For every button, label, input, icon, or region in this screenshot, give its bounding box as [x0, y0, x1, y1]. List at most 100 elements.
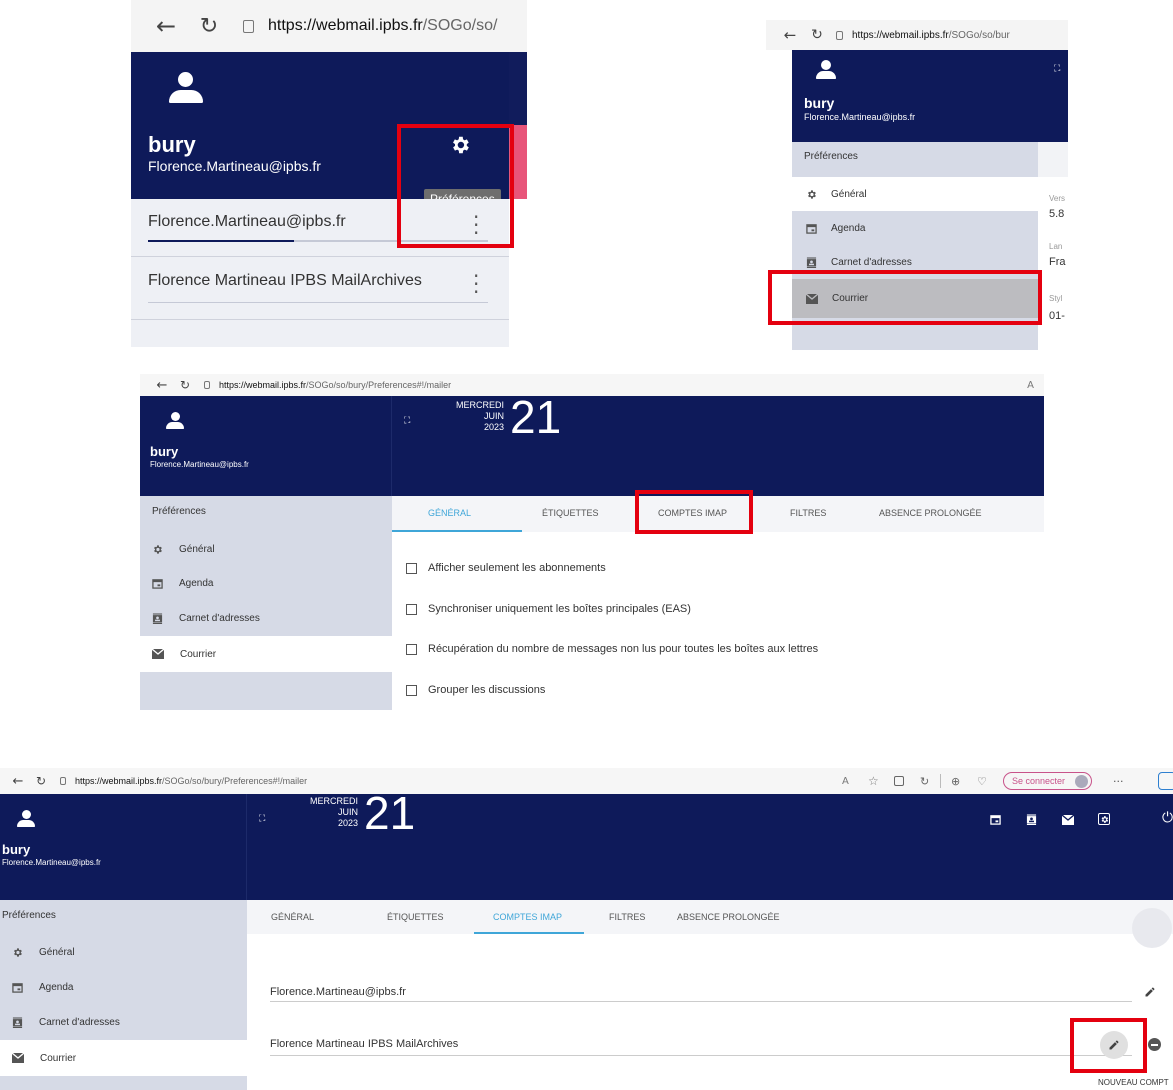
highlight-box — [768, 270, 1042, 325]
address-bar[interactable]: https://webmail.ipbs.fr/SOGo/so/bury/Pre… — [60, 776, 307, 786]
read-aloud-icon[interactable]: A — [842, 776, 849, 787]
day-number: 21 — [364, 787, 416, 839]
power-icon[interactable]: ⏻ — [1162, 810, 1173, 826]
mail-icon — [12, 1053, 24, 1063]
calendar-icon — [806, 223, 817, 234]
account-item[interactable]: Florence Martineau IPBS MailArchives — [270, 1038, 458, 1050]
reload-icon[interactable]: ↻ — [32, 774, 50, 788]
address-bar[interactable]: https://webmail.ipbs.fr/SOGo/so/bury/Pre… — [204, 380, 451, 390]
url-path: /SOGo/so/bur — [948, 29, 1010, 41]
back-arrow-icon[interactable]: ← — [151, 12, 181, 40]
account-item[interactable]: Florence.Martineau@ipbs.fr — [148, 213, 346, 231]
url-path: /SOGo/so/bury/Preferences#!/mailer — [306, 380, 452, 390]
tab-vacation[interactable]: ABSENCE PROLONGÉE — [677, 912, 780, 922]
date-box: MERCREDI JUIN 2023 — [424, 400, 504, 433]
sidebar-item-contacts[interactable]: Carnet d'adresses — [140, 600, 392, 636]
sidebar-item-contacts[interactable]: Carnet d'adresses — [0, 1004, 247, 1040]
sidebar-item-general[interactable]: Général — [792, 177, 1038, 211]
back-arrow-icon[interactable]: ← — [10, 774, 26, 789]
refresh-ext-icon[interactable]: ↻ — [920, 775, 929, 788]
month: JUIN — [484, 411, 504, 421]
back-arrow-icon[interactable]: ← — [780, 26, 800, 44]
screenshot-preferences-button: ← ↻ https://webmail.ipbs.fr/SOGo/so/ bur… — [131, 0, 527, 347]
calendar-icon[interactable] — [990, 814, 1001, 825]
collections-icon[interactable]: ⊕ — [951, 775, 960, 788]
reload-icon[interactable]: ↻ — [176, 378, 194, 392]
field-value: 5.8 — [1049, 208, 1065, 220]
option-row[interactable]: Récupération du nombre de messages non l… — [406, 643, 818, 655]
sidebar-item-general[interactable]: Général — [0, 934, 247, 970]
option-row[interactable]: Afficher seulement les abonnements — [406, 562, 606, 574]
tab-general[interactable]: GÉNÉRAL — [428, 508, 471, 518]
tab-general[interactable]: GÉNÉRAL — [271, 912, 314, 922]
sidebar-item-label: Général — [831, 188, 867, 200]
browser-essentials-icon[interactable]: ♡ — [977, 775, 987, 788]
mail-icon[interactable] — [1062, 815, 1074, 825]
user-email: Florence.Martineau@ipbs.fr — [804, 112, 916, 122]
checkbox[interactable] — [406, 684, 417, 696]
field-label: Vers — [1049, 194, 1066, 203]
contacts-icon[interactable] — [1026, 814, 1037, 825]
sidebar-title: Préférences — [152, 506, 206, 517]
checkbox[interactable] — [406, 603, 417, 615]
checkbox[interactable] — [406, 643, 417, 655]
address-bar[interactable]: https://webmail.ipbs.fr/SOGo/so/bur — [836, 30, 1010, 41]
sidebar-item-agenda[interactable]: Agenda — [0, 970, 247, 1004]
app-extension-icon[interactable] — [1158, 772, 1173, 790]
sidebar-item-general[interactable]: Général — [140, 532, 392, 566]
prefs-sidebar: Préférences Général Agenda Carnet d'adre… — [0, 900, 247, 1090]
tab-labels[interactable]: ÉTIQUETTES — [387, 912, 444, 922]
tab-labels[interactable]: ÉTIQUETTES — [542, 508, 599, 518]
weekday: MERCREDI — [309, 796, 358, 806]
preferences-icon[interactable] — [1098, 813, 1110, 825]
extension-icon[interactable] — [894, 776, 904, 786]
screenshot-mail-general: ← ↻ https://webmail.ipbs.fr/SOGo/so/bury… — [140, 374, 1044, 710]
highlight-box — [635, 490, 753, 534]
tab-filters[interactable]: FILTRES — [609, 912, 645, 922]
profile-avatar-icon — [1075, 775, 1089, 788]
option-row[interactable]: Grouper les discussions — [406, 684, 545, 696]
address-bar[interactable]: https://webmail.ipbs.fr/SOGo/so/ — [243, 17, 497, 35]
sidebar-item-agenda[interactable]: Agenda — [140, 566, 392, 600]
account-item[interactable]: Florence Martineau IPBS MailArchives — [148, 272, 422, 290]
sign-in-button[interactable]: Se connecter — [1003, 772, 1093, 790]
fullscreen-icon[interactable]: ⛶ — [404, 416, 410, 426]
browser-toolbar: ← ↻ https://webmail.ipbs.fr/SOGo/so/bury… — [0, 768, 1173, 794]
prefs-sidebar: Préférences Général Agenda Carnet d'adre… — [140, 496, 392, 710]
read-aloud-icon[interactable]: A — [1027, 380, 1034, 391]
sidebar-item-mail[interactable]: Courrier — [140, 636, 392, 672]
contacts-icon — [806, 256, 817, 268]
sidebar-item-agenda[interactable]: Agenda — [792, 211, 1038, 245]
account-item[interactable]: Florence.Martineau@ipbs.fr — [270, 986, 406, 998]
browser-toolbar: ← ↻ https://webmail.ipbs.fr/SOGo/so/bury… — [140, 374, 1044, 396]
sidebar-item-label: Courrier — [180, 648, 217, 660]
url-host: https://webmail.ipbs.fr — [219, 380, 307, 390]
more-menu-icon[interactable]: ··· — [1113, 775, 1124, 788]
remove-icon[interactable] — [1148, 1038, 1161, 1051]
fullscreen-icon[interactable]: ⛶ — [1054, 64, 1060, 74]
reload-icon[interactable]: ↻ — [189, 14, 229, 39]
fullscreen-icon[interactable]: ⛶ — [259, 814, 265, 824]
tab-underline — [392, 530, 522, 532]
more-icon[interactable]: · · · — [473, 266, 479, 302]
sidebar-item-mail[interactable]: Courrier — [0, 1040, 247, 1076]
screenshot-courrier-menu: ← ↻ https://webmail.ipbs.fr/SOGo/so/bur … — [766, 20, 1068, 350]
username: bury — [150, 444, 179, 459]
highlight-box — [1070, 1018, 1147, 1073]
new-account-button[interactable]: NOUVEAU COMPT — [1098, 1078, 1169, 1087]
content-fragment: Vers 5.8 Lan Fra Styl 01- — [1038, 142, 1068, 350]
reload-icon[interactable]: ↻ — [806, 27, 828, 43]
checkbox[interactable] — [406, 562, 417, 574]
edit-icon[interactable] — [1144, 986, 1156, 998]
back-arrow-icon[interactable]: ← — [154, 378, 170, 393]
tab-imap-accounts[interactable]: COMPTES IMAP — [493, 912, 562, 922]
url-host: https://webmail.ipbs.fr — [852, 29, 949, 41]
lock-icon — [60, 777, 66, 785]
browser-toolbar: ← ↻ https://webmail.ipbs.fr/SOGo/so/bur — [766, 20, 1068, 50]
option-row[interactable]: Synchroniser uniquement les boîtes princ… — [406, 603, 691, 615]
user-icon — [17, 810, 35, 828]
tab-filters[interactable]: FILTRES — [790, 508, 826, 518]
favorite-star-icon[interactable]: ☆ — [868, 774, 879, 788]
tab-vacation[interactable]: ABSENCE PROLONGÉE — [879, 508, 982, 518]
divider — [131, 319, 509, 320]
